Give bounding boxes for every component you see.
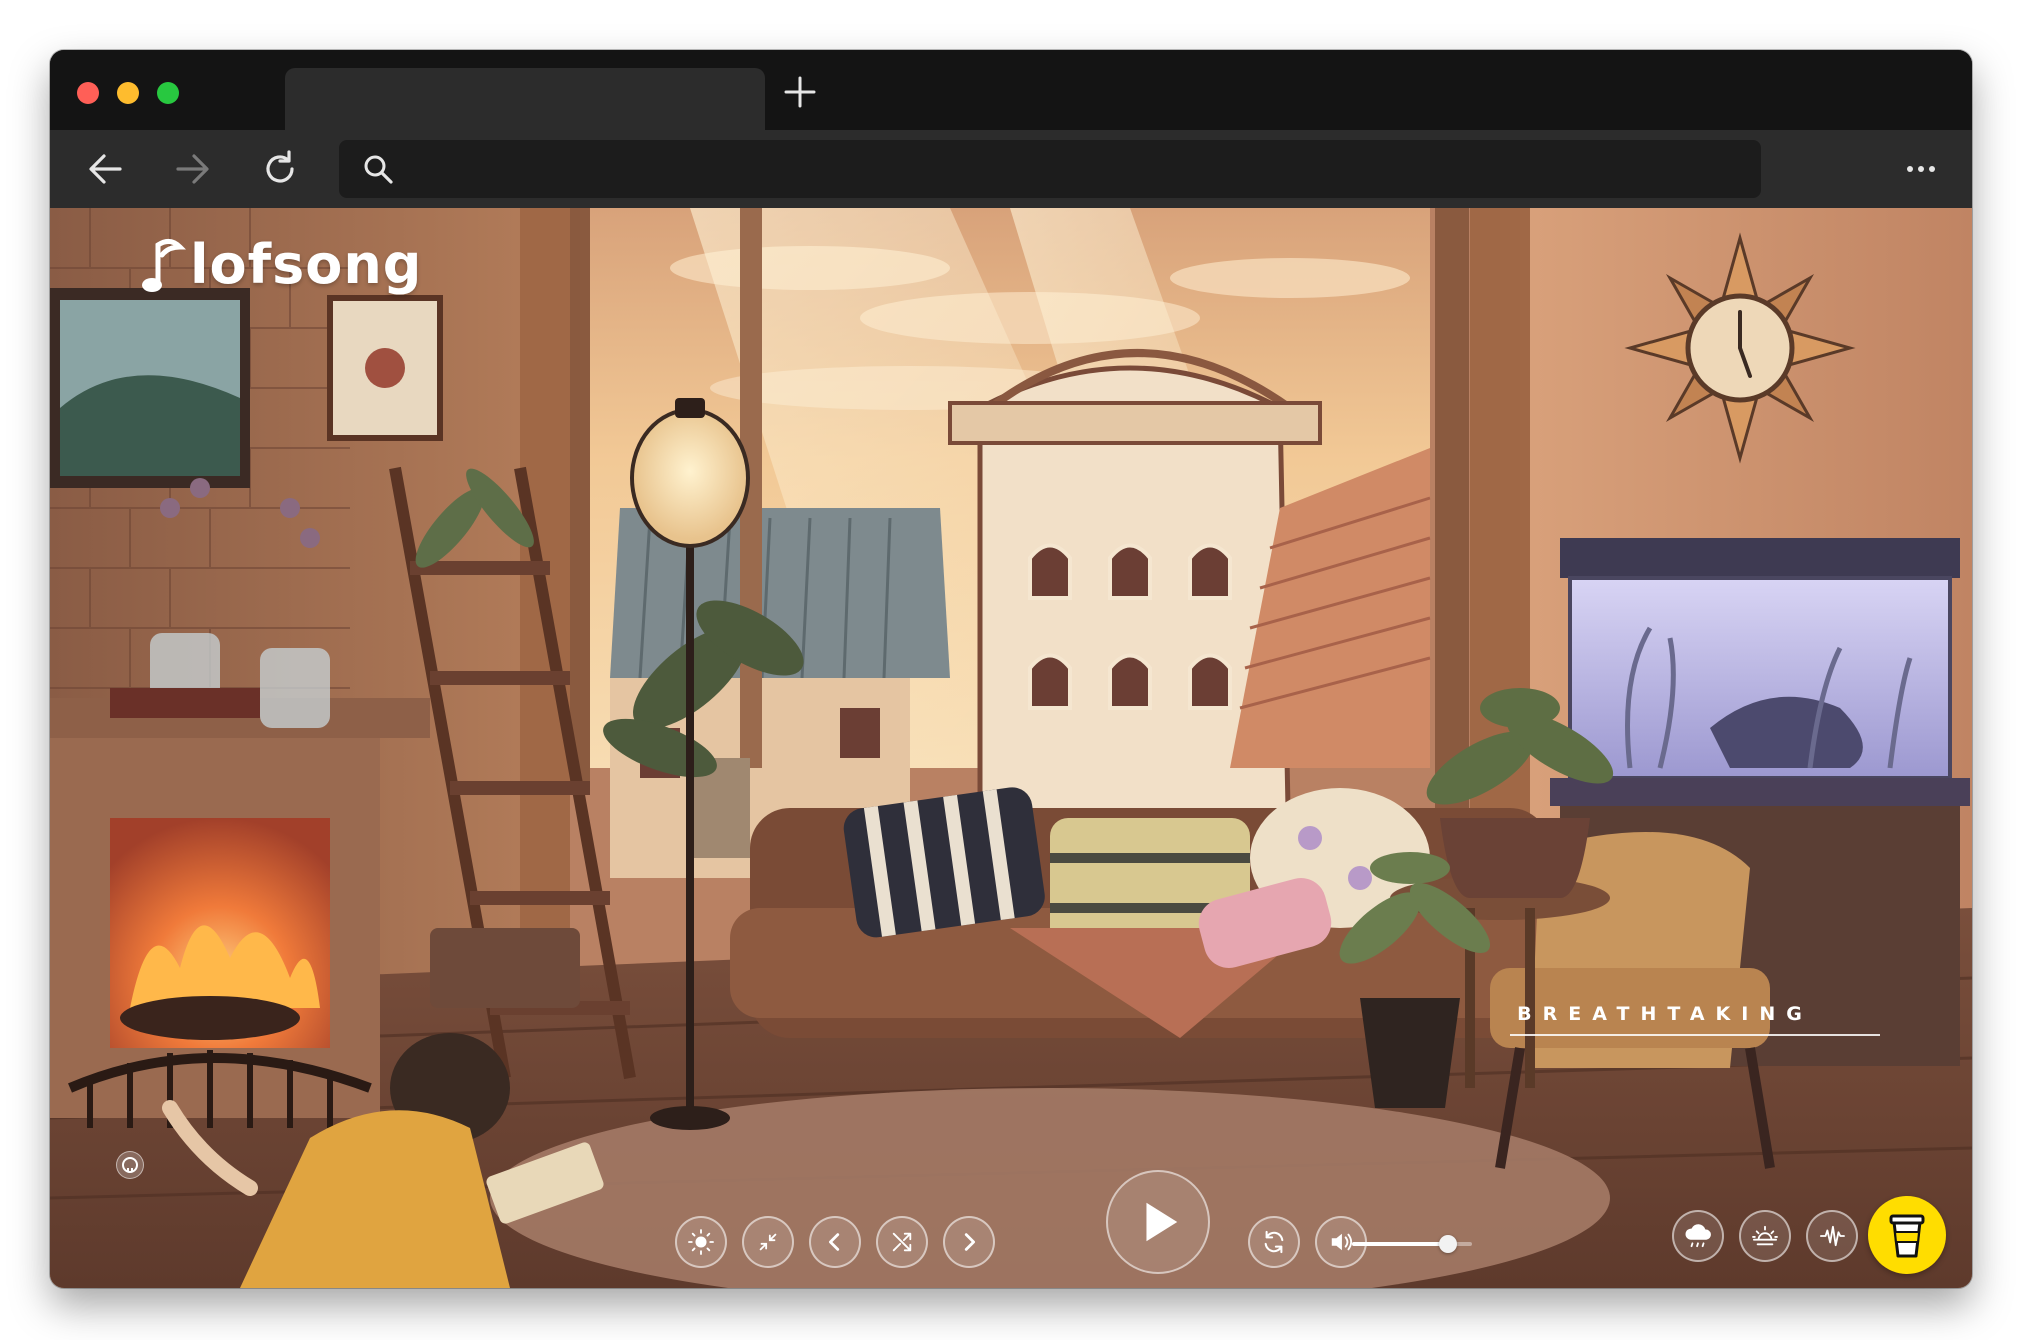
- more-horizontal-icon: [1907, 166, 1935, 172]
- sun-icon: [688, 1229, 714, 1255]
- maximize-window-button[interactable]: [157, 82, 179, 104]
- browser-tab[interactable]: [285, 68, 765, 130]
- plus-icon: [784, 76, 816, 108]
- music-note-logo-icon: [142, 239, 186, 292]
- chevron-right-icon: [964, 1233, 975, 1251]
- coffee-cup-icon: [1889, 1214, 1925, 1258]
- github-link[interactable]: [116, 1151, 144, 1179]
- repeat-icon: [1264, 1230, 1284, 1254]
- new-tab-button[interactable]: [780, 72, 820, 112]
- cloud-rain-icon: [1685, 1224, 1711, 1248]
- shrink-icon: [759, 1233, 777, 1251]
- volume-slider-fill: [1352, 1242, 1448, 1246]
- volume-slider[interactable]: [1352, 1235, 1472, 1253]
- previous-button[interactable]: [809, 1216, 861, 1268]
- search-icon: [364, 155, 393, 184]
- background-scene: [50, 208, 1972, 1288]
- minimize-screen-button[interactable]: [742, 1216, 794, 1268]
- arrow-right-icon: [176, 154, 209, 184]
- track-title-text: BREATHTAKING: [1517, 1003, 1813, 1025]
- repeat-button[interactable]: [1248, 1216, 1300, 1268]
- reload-button[interactable]: [255, 144, 305, 194]
- logo-text: lofsong: [190, 232, 423, 296]
- lofsong-logo[interactable]: lofsong: [140, 224, 422, 304]
- arrow-left-icon: [89, 154, 122, 184]
- rain-button[interactable]: [1672, 1210, 1724, 1262]
- sunrise-button[interactable]: [1739, 1210, 1791, 1262]
- shuffle-icon: [892, 1232, 912, 1252]
- close-window-button[interactable]: [77, 82, 99, 104]
- minimize-window-button[interactable]: [117, 82, 139, 104]
- track-title-underline: [1510, 1034, 1880, 1036]
- waveform-icon: [1820, 1225, 1845, 1247]
- forward-button[interactable]: [168, 144, 218, 194]
- browser-window: lofsong BREATHTAKING: [50, 50, 1972, 1288]
- waveform-button[interactable]: [1806, 1210, 1858, 1262]
- chevron-left-icon: [829, 1233, 840, 1251]
- buy-me-a-coffee-button[interactable]: [1868, 1196, 1946, 1274]
- shuffle-button[interactable]: [876, 1216, 928, 1268]
- back-button[interactable]: [80, 144, 130, 194]
- play-button[interactable]: [1106, 1170, 1210, 1274]
- tab-bar: [50, 50, 1972, 130]
- address-bar[interactable]: [339, 140, 1761, 198]
- browser-toolbar: [50, 130, 1972, 208]
- reload-icon: [266, 150, 294, 183]
- github-icon: [122, 1157, 138, 1173]
- brightness-button[interactable]: [675, 1216, 727, 1268]
- sunrise-icon: [1752, 1225, 1778, 1246]
- track-title: BREATHTAKING: [1510, 1003, 1890, 1043]
- next-button[interactable]: [943, 1216, 995, 1268]
- play-icon: [1146, 1202, 1178, 1242]
- volume-slider-handle[interactable]: [1439, 1235, 1457, 1253]
- browser-menu-button[interactable]: [1896, 144, 1946, 194]
- lofsong-app: lofsong BREATHTAKING: [50, 208, 1972, 1288]
